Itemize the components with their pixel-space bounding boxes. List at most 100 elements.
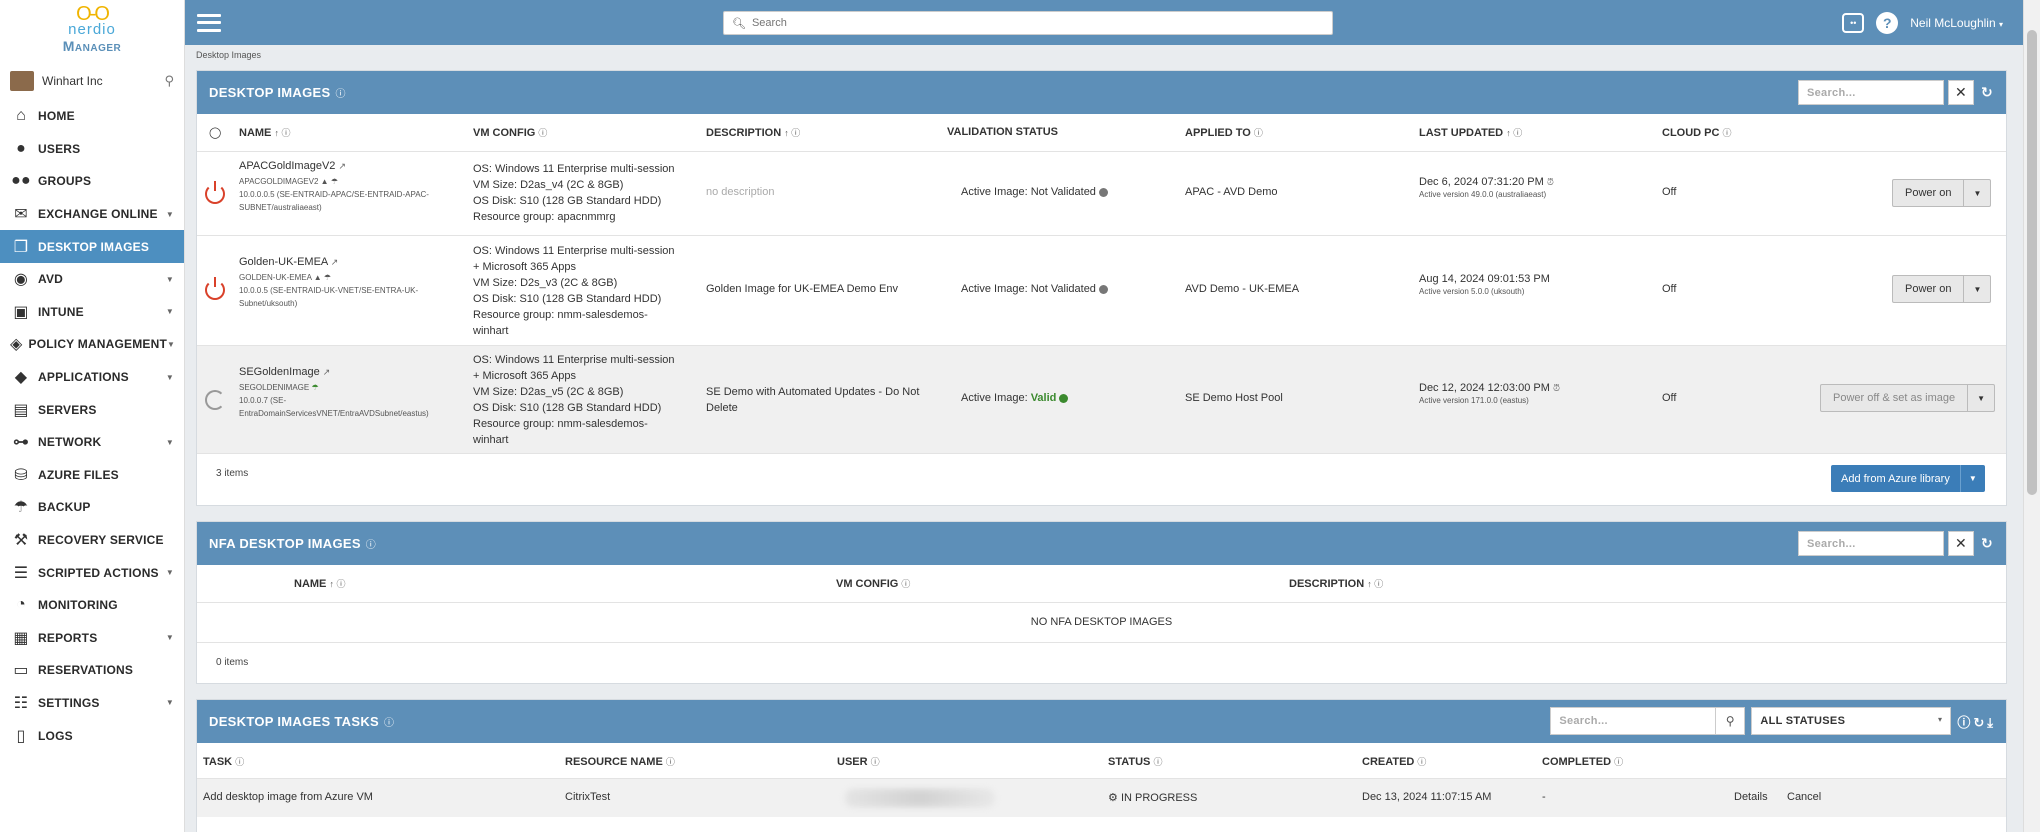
sidebar-item-monitoring[interactable]: ◔ MONITORING <box>0 589 184 622</box>
sidebar-item-reports[interactable]: ▦ REPORTS ▼ <box>0 622 184 655</box>
sidebar-item-settings[interactable]: ☷ SETTINGS ▼ <box>0 687 184 720</box>
image-name[interactable]: SEGoldenImage ↗ <box>239 366 429 378</box>
sidebar-item-exchange-online[interactable]: ✉ EXCHANGE ONLINE ▼ <box>0 198 184 231</box>
network-icon: ⊶ <box>12 434 30 452</box>
tasks-search[interactable]: Search... <box>1550 707 1717 735</box>
column-applied-to[interactable]: APPLIED TO ⓘ <box>1185 126 1263 139</box>
scrollbar-thumb[interactable] <box>2027 30 2037 495</box>
table-row[interactable]: SEGoldenImage ↗ SEGOLDENIMAGE ☂ 10.0.0.7… <box>197 346 2006 454</box>
applied-to[interactable]: AVD Demo - UK-EMEA <box>1185 283 1299 295</box>
column-created[interactable]: CREATED ⓘ <box>1362 755 1426 768</box>
sidebar-item-desktop-images[interactable]: ❐ DESKTOP IMAGES <box>0 230 184 263</box>
list-icon: ☰ <box>13 564 29 582</box>
sidebar-item-logs[interactable]: ▯ LOGS <box>0 719 184 752</box>
applied-to[interactable]: APAC - AVD Demo <box>1185 186 1278 198</box>
column-validation-status[interactable]: VALIDATION STATUS <box>947 126 1058 138</box>
applied-to[interactable]: SE Demo Host Pool <box>1185 392 1283 404</box>
image-name[interactable]: APACGoldImageV2 ↗ <box>239 160 429 172</box>
add-from-azure-library-button[interactable]: Add from Azure library <box>1831 465 1961 492</box>
status-filter-select[interactable]: ALL STATUSES ▾ <box>1751 707 1952 735</box>
cancel-link[interactable]: Cancel <box>1787 791 1821 803</box>
add-from-azure-library-button-group[interactable]: Add from Azure library ▼ <box>1831 465 1985 492</box>
power-on-button-group[interactable]: Power on ▼ <box>1892 179 1992 207</box>
caret-down-icon: ▼ <box>165 437 174 447</box>
sidebar-item-azure-files[interactable]: ⛁ AZURE FILES <box>0 459 184 492</box>
column-vm-config[interactable]: VM CONFIG ⓘ <box>836 577 910 590</box>
power-on-button[interactable]: Power on <box>1893 276 1965 302</box>
sidebar-item-label: GROUPS <box>38 174 92 189</box>
select-all-icon[interactable]: ◯ <box>209 126 221 139</box>
table-row[interactable]: APACGoldImageV2 ↗ APACGOLDIMAGEV2 ▲ ☂ 10… <box>197 152 2006 236</box>
sidebar-item-scripted-actions[interactable]: ☰ SCRIPTED ACTIONS ▼ <box>0 556 184 589</box>
clear-search-icon[interactable]: ✕ <box>1948 531 1974 556</box>
column-description[interactable]: DESCRIPTION ↑ ⓘ <box>706 126 800 139</box>
power-on-button[interactable]: Power on <box>1893 180 1965 206</box>
search-icon[interactable]: ⚲ <box>1715 707 1746 735</box>
sidebar-item-label: MONITORING <box>38 598 118 613</box>
sidebar-item-recovery-service[interactable]: ⚒ RECOVERY SERVICE <box>0 524 184 557</box>
sidebar-item-users[interactable]: ● USERS <box>0 133 184 166</box>
sidebar-item-home[interactable]: ⌂ HOME <box>0 100 184 133</box>
user-menu[interactable]: Neil McLoughlin ▾ <box>1910 16 2003 30</box>
global-search[interactable]: 🔍︎ <box>723 11 1333 35</box>
hamburger-menu-icon[interactable] <box>197 13 221 32</box>
power-off-set-image-button[interactable]: Power off & set as image <box>1821 385 1969 411</box>
clear-search-icon[interactable]: ✕ <box>1948 80 1974 105</box>
column-description[interactable]: DESCRIPTION ↑ ⓘ <box>1289 577 1383 590</box>
image-subname: APACGOLDIMAGEV2 <box>239 177 319 186</box>
column-resource-name[interactable]: RESOURCE NAME ⓘ <box>565 755 675 768</box>
sidebar-item-servers[interactable]: ▤ SERVERS <box>0 393 184 426</box>
info-icon[interactable]: ⓘ <box>335 85 345 100</box>
power-icon[interactable] <box>205 277 225 300</box>
file-icon: ▯ <box>16 727 26 745</box>
refresh-icon[interactable]: ↻ <box>1978 84 1996 101</box>
column-name[interactable]: NAME ↑ ⓘ <box>294 577 345 590</box>
chevron-down-icon[interactable]: ▼ <box>1961 465 1985 492</box>
page-scrollbar[interactable] <box>2023 0 2040 832</box>
user-name: Neil McLoughlin <box>1910 15 1996 30</box>
power-icon[interactable] <box>205 181 225 204</box>
column-name[interactable]: NAME ↑ ⓘ <box>239 126 290 139</box>
column-completed[interactable]: COMPLETED ⓘ <box>1542 755 1623 768</box>
column-task[interactable]: TASK ⓘ <box>203 755 244 768</box>
sidebar-item-policy-management[interactable]: ◈ POLICY MANAGEMENT ▼ <box>0 328 184 361</box>
sidebar-item-intune[interactable]: ▣ INTUNE ▼ <box>0 296 184 329</box>
chevron-down-icon[interactable]: ▼ <box>1968 385 1994 411</box>
chevron-down-icon[interactable]: ▼ <box>1964 180 1990 206</box>
task-row[interactable]: Add desktop image from Azure VM CitrixTe… <box>197 779 2006 817</box>
power-off-set-image-button-group[interactable]: Power off & set as image ▼ <box>1820 384 1996 412</box>
sidebar-item-label: REPORTS <box>38 630 98 645</box>
image-name[interactable]: Golden-UK-EMEA ↗ <box>239 256 418 268</box>
column-status[interactable]: STATUS ⓘ <box>1108 755 1162 768</box>
table-row[interactable]: Golden-UK-EMEA ↗ GOLDEN-UK-EMEA ▲ ☂ 10.0… <box>197 236 2006 346</box>
column-cloud-pc[interactable]: CLOUD PC ⓘ <box>1662 126 1732 139</box>
sidebar-item-reservations[interactable]: ▭ RESERVATIONS <box>0 654 184 687</box>
nfa-search[interactable]: Search... <box>1798 531 1944 556</box>
details-link[interactable]: Details <box>1734 791 1768 803</box>
shield-icon: ▲ <box>313 273 322 282</box>
desktop-images-search[interactable]: Search... <box>1798 80 1944 105</box>
sidebar-item-backup[interactable]: ☂ BACKUP <box>0 491 184 524</box>
validation-status: Active Image: Not Validated <box>961 283 1108 295</box>
global-search-input[interactable] <box>751 17 1312 29</box>
column-vm-config[interactable]: VM CONFIG ⓘ <box>473 126 547 139</box>
caret-down-icon: ▼ <box>167 339 176 349</box>
tasks-tool-icons[interactable]: ⓘ↻⤓ <box>1957 712 1996 731</box>
sidebar-item-applications[interactable]: ◆ APPLICATIONS ▼ <box>0 361 184 394</box>
chevron-down-icon[interactable]: ▼ <box>1964 276 1990 302</box>
column-user[interactable]: USER ⓘ <box>837 755 880 768</box>
org-selector[interactable]: Winhart Inc ⚲ <box>0 66 184 96</box>
nerdio-logo[interactable]: O-O nerdio Manager <box>0 0 184 66</box>
refresh-icon[interactable]: ↻ <box>1978 535 1996 552</box>
table-footer: 3 items Add from Azure library ▼ <box>197 454 2006 504</box>
org-search-icon[interactable]: ⚲ <box>164 73 174 89</box>
info-icon[interactable]: ⓘ <box>384 714 394 729</box>
sidebar-item-network[interactable]: ⊶ NETWORK ▼ <box>0 426 184 459</box>
power-on-button-group[interactable]: Power on ▼ <box>1892 275 1992 303</box>
chat-support-icon[interactable]: •• <box>1842 12 1865 33</box>
column-last-updated[interactable]: LAST UPDATED ↑ ⓘ <box>1419 126 1522 139</box>
help-icon[interactable]: ? <box>1876 11 1899 34</box>
sidebar-item-avd[interactable]: ◉ AVD ▼ <box>0 263 184 296</box>
sidebar-item-groups[interactable]: ●● GROUPS <box>0 165 184 198</box>
info-icon[interactable]: ⓘ <box>366 536 376 551</box>
